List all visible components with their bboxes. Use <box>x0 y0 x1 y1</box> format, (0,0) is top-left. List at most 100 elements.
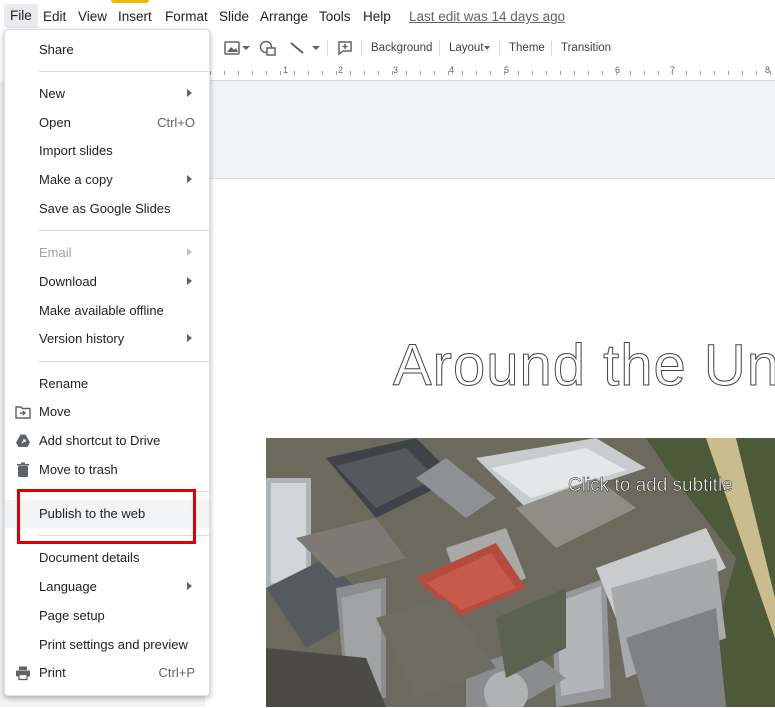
menu-item-move-to-trash[interactable]: Move to trash <box>5 456 209 484</box>
menu-item-import-slides[interactable]: Import slides <box>5 137 209 165</box>
menu-item-document-details[interactable]: Document details <box>5 544 209 572</box>
ruler-tick <box>714 71 715 75</box>
menu-item-add-shortcut[interactable]: Add shortcut to Drive <box>5 427 209 455</box>
ruler-tick <box>238 71 239 75</box>
submenu-arrow-icon <box>187 582 192 590</box>
menu-divider <box>39 71 209 72</box>
menu-item-share[interactable]: Share <box>5 36 209 64</box>
menu-item-rename[interactable]: Rename <box>5 370 209 398</box>
ruler-tick <box>728 71 729 75</box>
ruler-tick <box>224 71 225 75</box>
menu-insert[interactable]: Insert <box>118 8 152 26</box>
menu-item-label: Document details <box>39 550 140 565</box>
menu-item-label: New <box>39 86 66 101</box>
ruler-tick <box>644 71 645 75</box>
ruler-tick <box>322 71 323 75</box>
folder-move-icon <box>15 406 31 419</box>
transition-button[interactable]: Transition <box>561 32 611 64</box>
menu-item-label: Add shortcut to Drive <box>39 433 161 448</box>
menu-view[interactable]: View <box>78 8 107 26</box>
image-icon[interactable] <box>224 40 240 56</box>
menu-slide[interactable]: Slide <box>219 8 249 26</box>
toolbar-divider <box>361 40 362 56</box>
previous-slide-area <box>205 81 775 177</box>
menu-item-email[interactable]: Email <box>5 239 209 267</box>
menu-item-label: Move to trash <box>39 462 118 477</box>
menu-arrange[interactable]: Arrange <box>260 8 308 26</box>
chevron-down-icon[interactable] <box>242 44 250 52</box>
shape-icon[interactable] <box>259 40 277 56</box>
background-button[interactable]: Background <box>371 32 432 64</box>
menu-item-label: Make available offline <box>39 303 164 318</box>
menu-help[interactable]: Help <box>363 8 391 26</box>
toolbar-divider <box>551 40 552 56</box>
menu-item-print-settings[interactable]: Print settings and preview <box>5 631 209 659</box>
ruler-tick <box>350 71 351 75</box>
shortcut-text: Ctrl+O <box>157 115 195 130</box>
ruler-tick <box>420 71 421 75</box>
menu-tools[interactable]: Tools <box>319 8 351 26</box>
ruler-tick <box>756 71 757 75</box>
theme-button[interactable]: Theme <box>509 32 545 64</box>
menu-item-open[interactable]: Open Ctrl+O <box>5 109 209 137</box>
submenu-arrow-icon <box>187 334 192 342</box>
menu-item-save-as-slides[interactable]: Save as Google Slides <box>5 195 209 223</box>
menu-item-label: Share <box>39 42 74 57</box>
ruler-tick <box>658 71 659 75</box>
submenu-arrow-icon <box>187 89 192 97</box>
chevron-down-icon[interactable] <box>484 45 490 51</box>
slide-subtitle[interactable]: Click to add subtitle <box>568 475 733 497</box>
menu-item-label: Email <box>39 245 72 260</box>
ruler-tick <box>490 71 491 75</box>
menu-edit[interactable]: Edit <box>43 8 66 26</box>
menu-item-move[interactable]: Move <box>5 398 209 426</box>
menu-item-print[interactable]: Print Ctrl+P <box>5 659 209 687</box>
ruler-tick <box>770 71 771 75</box>
ruler-tick <box>462 71 463 75</box>
chevron-down-icon[interactable] <box>312 44 320 52</box>
layout-button[interactable]: Layout <box>449 32 484 64</box>
menu-item-label: Save as Google Slides <box>39 201 171 216</box>
ruler-tick <box>560 71 561 75</box>
ruler-tick <box>308 71 309 75</box>
ruler-tick <box>630 71 631 75</box>
accent-indicator <box>111 0 149 3</box>
ruler-tick <box>672 71 673 75</box>
menu-item-page-setup[interactable]: Page setup <box>5 602 209 630</box>
menu-item-new[interactable]: New <box>5 80 209 108</box>
menu-item-language[interactable]: Language <box>5 573 209 601</box>
ruler-tick <box>252 71 253 75</box>
highlight-annotation-box <box>17 489 196 544</box>
menu-format[interactable]: Format <box>165 8 208 26</box>
ruler-tick <box>336 71 337 75</box>
ruler-tick <box>700 71 701 75</box>
toolbar-divider <box>499 40 500 56</box>
menu-item-make-copy[interactable]: Make a copy <box>5 166 209 194</box>
ruler-number: 2 <box>338 65 344 75</box>
menu-item-make-offline[interactable]: Make available offline <box>5 297 209 325</box>
comment-icon[interactable] <box>337 40 353 56</box>
ruler-tick <box>588 71 589 75</box>
menu-bar: File Edit View Insert Format Slide Arran… <box>0 0 775 32</box>
toolbar-divider <box>327 40 328 56</box>
menu-item-label: Page setup <box>39 608 105 623</box>
line-icon[interactable] <box>289 40 305 56</box>
trash-icon <box>17 462 29 477</box>
menu-item-download[interactable]: Download <box>5 268 209 296</box>
ruler-number: 1 <box>283 65 289 75</box>
toolbar-divider <box>439 40 440 56</box>
menu-item-label: Move <box>39 404 71 419</box>
menu-item-version-history[interactable]: Version history <box>5 325 209 353</box>
ruler-tick <box>574 71 575 75</box>
ruler-tick <box>686 71 687 75</box>
ruler-tick <box>266 71 267 75</box>
ruler-tick <box>504 71 505 75</box>
menu-divider <box>39 230 209 231</box>
ruler-tick <box>616 71 617 75</box>
printer-icon <box>16 666 30 681</box>
slide-title[interactable]: Around the Uni <box>393 332 775 399</box>
ruler-number: 4 <box>449 65 455 75</box>
menu-file[interactable]: File <box>4 4 38 28</box>
last-edit-link[interactable]: Last edit was 14 days ago <box>409 8 565 26</box>
horizontal-ruler: 1 2 3 4 5 6 7 8 <box>205 64 775 81</box>
